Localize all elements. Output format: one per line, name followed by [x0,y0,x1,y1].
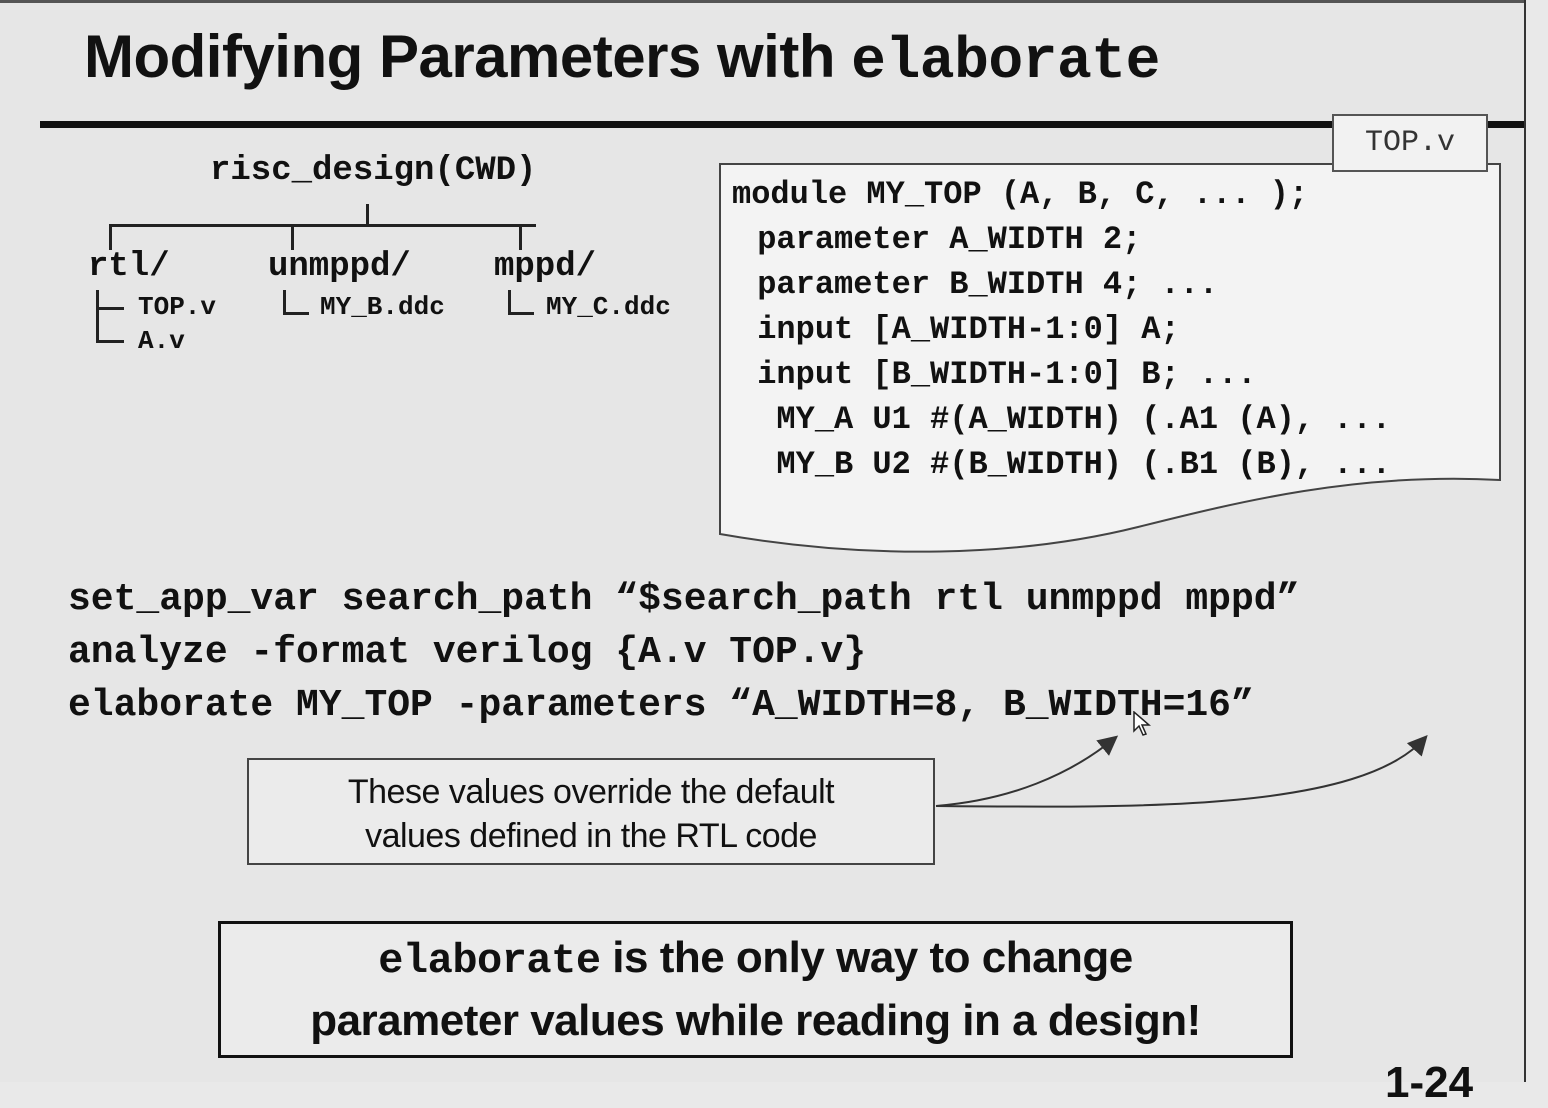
mouse-cursor-icon [1133,711,1152,736]
callout-arrows-icon [935,735,1428,808]
page-number: 1-24 [1385,1058,1474,1107]
note-rest: is the only way to change [600,933,1133,982]
callout-box: These values override the default values… [247,758,935,865]
note-line-2: parameter values while reading in a desi… [310,996,1201,1045]
slide: Modifying Parameters with elaborate risc… [0,0,1526,1107]
callout-line-2: values defined in the RTL code [365,817,817,855]
note-code: elaborate [378,937,601,985]
note-box: elaborate is the only way to change para… [218,921,1293,1058]
note-line-1: elaborate is the only way to change [221,928,1290,991]
callout-line-1: These values override the default [347,773,835,811]
